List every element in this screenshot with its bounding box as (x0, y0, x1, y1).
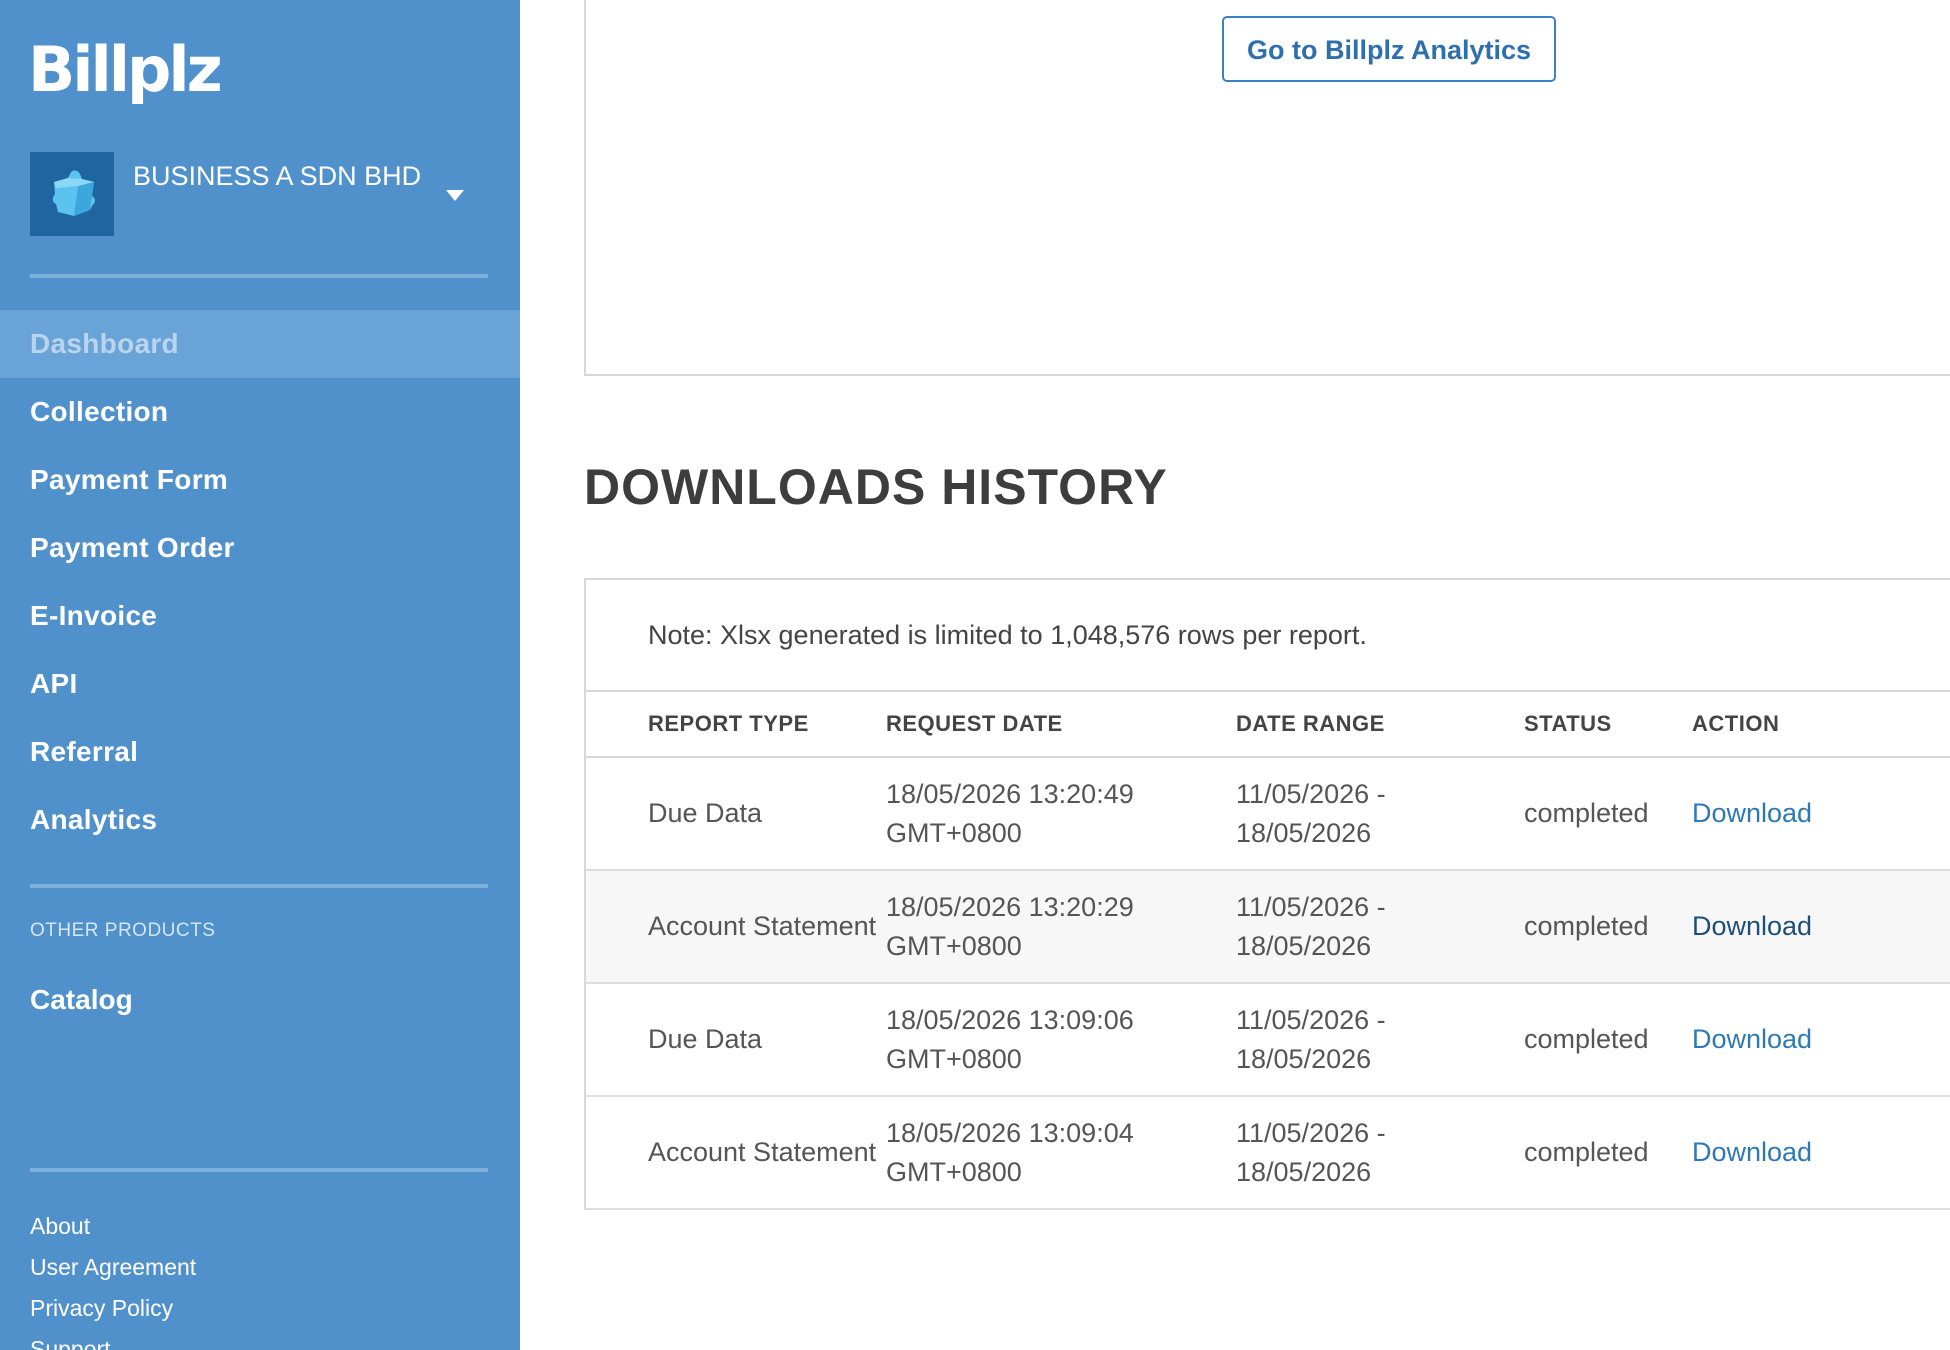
action-cell: Download (1692, 871, 1812, 982)
column-header-date-range: DATE RANGE (1236, 711, 1385, 736)
sidebar-item-referral[interactable]: Referral (0, 718, 520, 786)
sidebar-divider (30, 1168, 488, 1172)
report-type-cell: Account Statement (648, 911, 877, 941)
footer-link-user-agreement[interactable]: User Agreement (30, 1247, 196, 1288)
column-header-report-type: REPORT TYPE (648, 711, 809, 736)
action-cell: Download (1692, 1097, 1812, 1208)
xlsx-limit-note: Note: Xlsx generated is limited to 1,048… (648, 620, 1367, 650)
page-title: DOWNLOADS HISTORY (584, 459, 1168, 515)
downloads-history-table: Note: Xlsx generated is limited to 1,048… (584, 578, 1950, 1210)
action-cell: Download (1692, 984, 1812, 1095)
request-date-cell: 18/05/2026 13:09:04 GMT+0800 (886, 1117, 1134, 1187)
download-link[interactable]: Download (1692, 1133, 1812, 1172)
sidebar-divider (30, 884, 488, 888)
action-cell: Download (1692, 758, 1812, 869)
other-products-label: OTHER PRODUCTS (30, 920, 216, 941)
footer-link-support[interactable]: Support (30, 1329, 196, 1350)
sidebar-nav: Dashboard Collection Payment Form Paymen… (0, 310, 520, 854)
sidebar-item-api[interactable]: API (0, 650, 520, 718)
report-type-cell: Due Data (648, 798, 763, 828)
go-to-analytics-button[interactable]: Go to Billplz Analytics (1222, 16, 1556, 82)
date-range-cell: 11/05/2026 - 18/05/2026 (1236, 1117, 1386, 1187)
date-range-cell: 11/05/2026 - 18/05/2026 (1236, 891, 1386, 961)
date-range-cell: 11/05/2026 - 18/05/2026 (1236, 1004, 1386, 1074)
sidebar-item-catalog[interactable]: Catalog (30, 984, 133, 1016)
footer-link-privacy-policy[interactable]: Privacy Policy (30, 1288, 196, 1329)
sidebar-item-collection[interactable]: Collection (0, 378, 520, 446)
status-cell: completed (1524, 911, 1649, 941)
sidebar-divider (30, 274, 488, 278)
report-type-cell: Account Statement (648, 1137, 877, 1167)
business-avatar (30, 152, 114, 236)
status-cell: completed (1524, 1137, 1649, 1167)
billplz-logo[interactable]: Billplz (28, 30, 223, 110)
status-cell: completed (1524, 798, 1649, 828)
status-cell: completed (1524, 1024, 1649, 1054)
download-link[interactable]: Download (1692, 907, 1812, 946)
sidebar-item-payment-order[interactable]: Payment Order (0, 514, 520, 582)
download-link[interactable]: Download (1692, 794, 1812, 833)
table-row: Account Statement 18/05/2026 13:20:29 GM… (586, 871, 1950, 984)
main-content: Go to Billplz Analytics DOWNLOADS HISTOR… (520, 0, 1950, 1350)
sidebar: Billplz BUSINESS A SDN BHD Dashboard Col… (0, 0, 520, 1350)
table-header: REPORT TYPE REQUEST DATE DATE RANGE STAT… (586, 690, 1950, 758)
table-row: Due Data 18/05/2026 13:20:49 GMT+0800 11… (586, 758, 1950, 871)
table-row: Account Statement 18/05/2026 13:09:04 GM… (586, 1097, 1950, 1210)
sidebar-item-dashboard[interactable]: Dashboard (0, 310, 520, 378)
business-name: BUSINESS A SDN BHD (133, 161, 422, 191)
sidebar-footer: About User Agreement Privacy Policy Supp… (30, 1206, 196, 1350)
date-range-cell: 11/05/2026 - 18/05/2026 (1236, 778, 1386, 848)
request-date-cell: 18/05/2026 13:20:29 GMT+0800 (886, 891, 1134, 961)
sidebar-item-payment-form[interactable]: Payment Form (0, 446, 520, 514)
sidebar-item-e-invoice[interactable]: E-Invoice (0, 582, 520, 650)
caret-down-icon[interactable] (446, 190, 464, 201)
table-row: Due Data 18/05/2026 13:09:06 GMT+0800 11… (586, 984, 1950, 1097)
column-header-action: ACTION (1692, 711, 1780, 736)
business-switcher[interactable]: BUSINESS A SDN BHD (30, 152, 490, 236)
report-type-cell: Due Data (648, 1024, 763, 1054)
column-header-request-date: REQUEST DATE (886, 711, 1063, 736)
puzzle-piece-icon (52, 170, 95, 216)
request-date-cell: 18/05/2026 13:09:06 GMT+0800 (886, 1004, 1134, 1074)
column-header-status: STATUS (1524, 711, 1612, 736)
request-date-cell: 18/05/2026 13:20:49 GMT+0800 (886, 778, 1134, 848)
download-link[interactable]: Download (1692, 1020, 1812, 1059)
footer-link-about[interactable]: About (30, 1206, 196, 1247)
sidebar-item-analytics[interactable]: Analytics (0, 786, 520, 854)
analytics-card: Go to Billplz Analytics (584, 0, 1950, 376)
